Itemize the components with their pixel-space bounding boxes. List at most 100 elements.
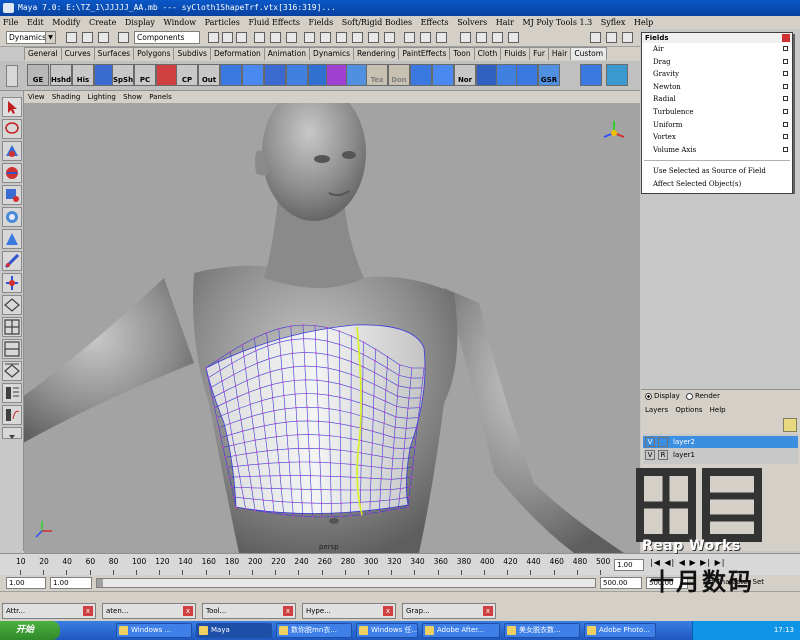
layout-graph-icon[interactable] (2, 405, 22, 425)
select-tool-icon[interactable] (2, 97, 22, 117)
menu-hair[interactable]: Hair (496, 16, 514, 29)
field-item-vortex[interactable]: Vortex (642, 131, 792, 144)
new-layer-icon[interactable] (783, 418, 797, 432)
shelf-btn-pc[interactable]: PC (134, 64, 156, 86)
option-box-icon[interactable] (783, 83, 788, 89)
tab-fluids[interactable]: Fluids (500, 47, 531, 60)
close-icon[interactable]: x (183, 606, 193, 616)
display-radio[interactable] (645, 392, 652, 400)
snap-point-icon[interactable] (436, 32, 447, 43)
mask-icon-5[interactable] (270, 32, 281, 43)
perspective-viewport[interactable]: persp (24, 103, 640, 553)
tab-surfaces[interactable]: Surfaces (93, 47, 135, 60)
mask-icon-1[interactable] (208, 32, 219, 43)
layout-persp-icon[interactable] (2, 361, 22, 381)
close-icon[interactable]: x (483, 606, 493, 616)
shelf-menu-icon[interactable] (6, 65, 18, 87)
save-scene-icon[interactable] (98, 32, 109, 43)
option-box-icon[interactable] (783, 146, 788, 152)
mask-icon-7[interactable] (304, 32, 315, 43)
shelf-btn-brush-icon[interactable] (156, 64, 178, 86)
tab-general[interactable]: General (24, 47, 62, 60)
menu-solvers[interactable]: Solvers (457, 16, 487, 29)
window-hype[interactable]: Hype... x (302, 603, 396, 619)
menu-syflex[interactable]: Syflex (601, 16, 626, 29)
viewport-menu-shading[interactable]: Shading (52, 93, 80, 101)
shelf-btn-ge[interactable]: GE (27, 64, 49, 86)
field-item-affect-selected[interactable]: Affect Selected Object(s) (642, 178, 792, 191)
window-attr[interactable]: Attr... x (2, 603, 96, 619)
task-doc-1[interactable]: 数你脱mn衣... (276, 623, 352, 638)
tab-painteffects[interactable]: PaintEffects (398, 47, 451, 60)
task-maya[interactable]: Maya (196, 623, 272, 638)
tab-curves[interactable]: Curves (60, 47, 95, 60)
mask-icon-3[interactable] (236, 32, 247, 43)
shelf-btn-hshd[interactable]: Hshd (50, 64, 72, 86)
shelf-btn-poly-icon-3[interactable] (264, 64, 286, 86)
shelf-btn-don[interactable]: Don (388, 64, 410, 86)
menu-soft-rigid-bodies[interactable]: Soft/Rigid Bodies (342, 16, 412, 29)
hierarchy-mode-icon[interactable] (118, 32, 129, 43)
shelf-btn-poly-icon-10[interactable] (476, 64, 498, 86)
mask-icon-8[interactable] (320, 32, 331, 43)
start-button[interactable]: 开始 (0, 621, 60, 640)
close-icon[interactable] (782, 34, 790, 42)
shelf-btn-his[interactable]: His (72, 64, 94, 86)
tab-hair[interactable]: Hair (547, 47, 572, 60)
layout-quad-icon[interactable] (2, 317, 22, 337)
layer-visible-toggle[interactable]: V (645, 450, 655, 460)
shelf-btn-poly-icon-12[interactable] (516, 64, 538, 86)
tab-toon[interactable]: Toon (449, 47, 475, 60)
option-box-icon[interactable] (783, 134, 788, 140)
tab-subdivs[interactable]: Subdivs (173, 47, 211, 60)
range-slider-bar[interactable] (96, 578, 596, 588)
view-cube-icon[interactable] (603, 121, 625, 138)
ipr-render-icon[interactable] (622, 32, 633, 43)
layout-two-icon[interactable] (2, 339, 22, 359)
render-icon[interactable] (606, 32, 617, 43)
layer-menu-options[interactable]: Options (675, 406, 702, 414)
range-handle[interactable] (97, 579, 103, 587)
menu-fluid-effects[interactable]: Fluid Effects (248, 16, 300, 29)
window-tool[interactable]: Tool... x (202, 603, 296, 619)
field-item-drag[interactable]: Drag (642, 56, 792, 69)
field-item-air[interactable]: Air (642, 43, 792, 56)
field-item-volume-axis[interactable]: Volume Axis (642, 144, 792, 157)
option-box-icon[interactable] (783, 46, 788, 51)
shelf-btn-nor[interactable]: Nor (454, 64, 476, 86)
mask-icon-2[interactable] (222, 32, 233, 43)
shelf-btn-poly-icon-7[interactable] (346, 64, 368, 86)
show-manipulator-icon[interactable] (2, 273, 22, 293)
close-icon[interactable]: x (383, 606, 393, 616)
layer-menu-help[interactable]: Help (710, 406, 726, 414)
option-box-icon[interactable] (783, 58, 788, 64)
mask-icon-6[interactable] (286, 32, 297, 43)
shelf-btn-poly-icon-11[interactable] (496, 64, 518, 86)
shelf-btn-poly-icon-13[interactable] (580, 64, 602, 86)
menu-help[interactable]: Help (634, 16, 653, 29)
shelf-btn-cp[interactable]: CP (176, 64, 198, 86)
viewport-menu-lighting[interactable]: Lighting (88, 93, 116, 101)
task-photoshop[interactable]: Adobe Photo... (584, 623, 656, 638)
tab-dynamics[interactable]: Dynamics (309, 47, 355, 60)
layer-row-layer1[interactable]: V R layer1 (643, 449, 798, 461)
lasso-tool-icon[interactable] (2, 119, 22, 139)
viewport-menu-panels[interactable]: Panels (149, 93, 172, 101)
shelf-btn-spsh[interactable]: SpSh (112, 64, 134, 86)
field-item-radial[interactable]: Radial (642, 93, 792, 106)
layout-outliner-icon[interactable] (2, 383, 22, 403)
rotate-tool-icon[interactable] (2, 185, 22, 205)
output-list-icon[interactable] (492, 32, 503, 43)
mask-icon-9[interactable] (336, 32, 347, 43)
shelf-btn-poly-icon-9[interactable] (432, 64, 454, 86)
field-item-uniform[interactable]: Uniform (642, 119, 792, 132)
scale-tool-icon[interactable] (2, 207, 22, 227)
menu-set-dropdown[interactable]: Dynamics ▼ (6, 31, 56, 44)
shelf-btn-poly-icon-2[interactable] (242, 64, 264, 86)
task-windows-task[interactable]: Windows 任... (356, 623, 418, 638)
tab-custom[interactable]: Custom (570, 47, 608, 60)
field-item-gravity[interactable]: Gravity (642, 68, 792, 81)
mask-icon-10[interactable] (352, 32, 363, 43)
viewport-menu-show[interactable]: Show (123, 93, 142, 101)
tab-polygons[interactable]: Polygons (133, 47, 175, 60)
